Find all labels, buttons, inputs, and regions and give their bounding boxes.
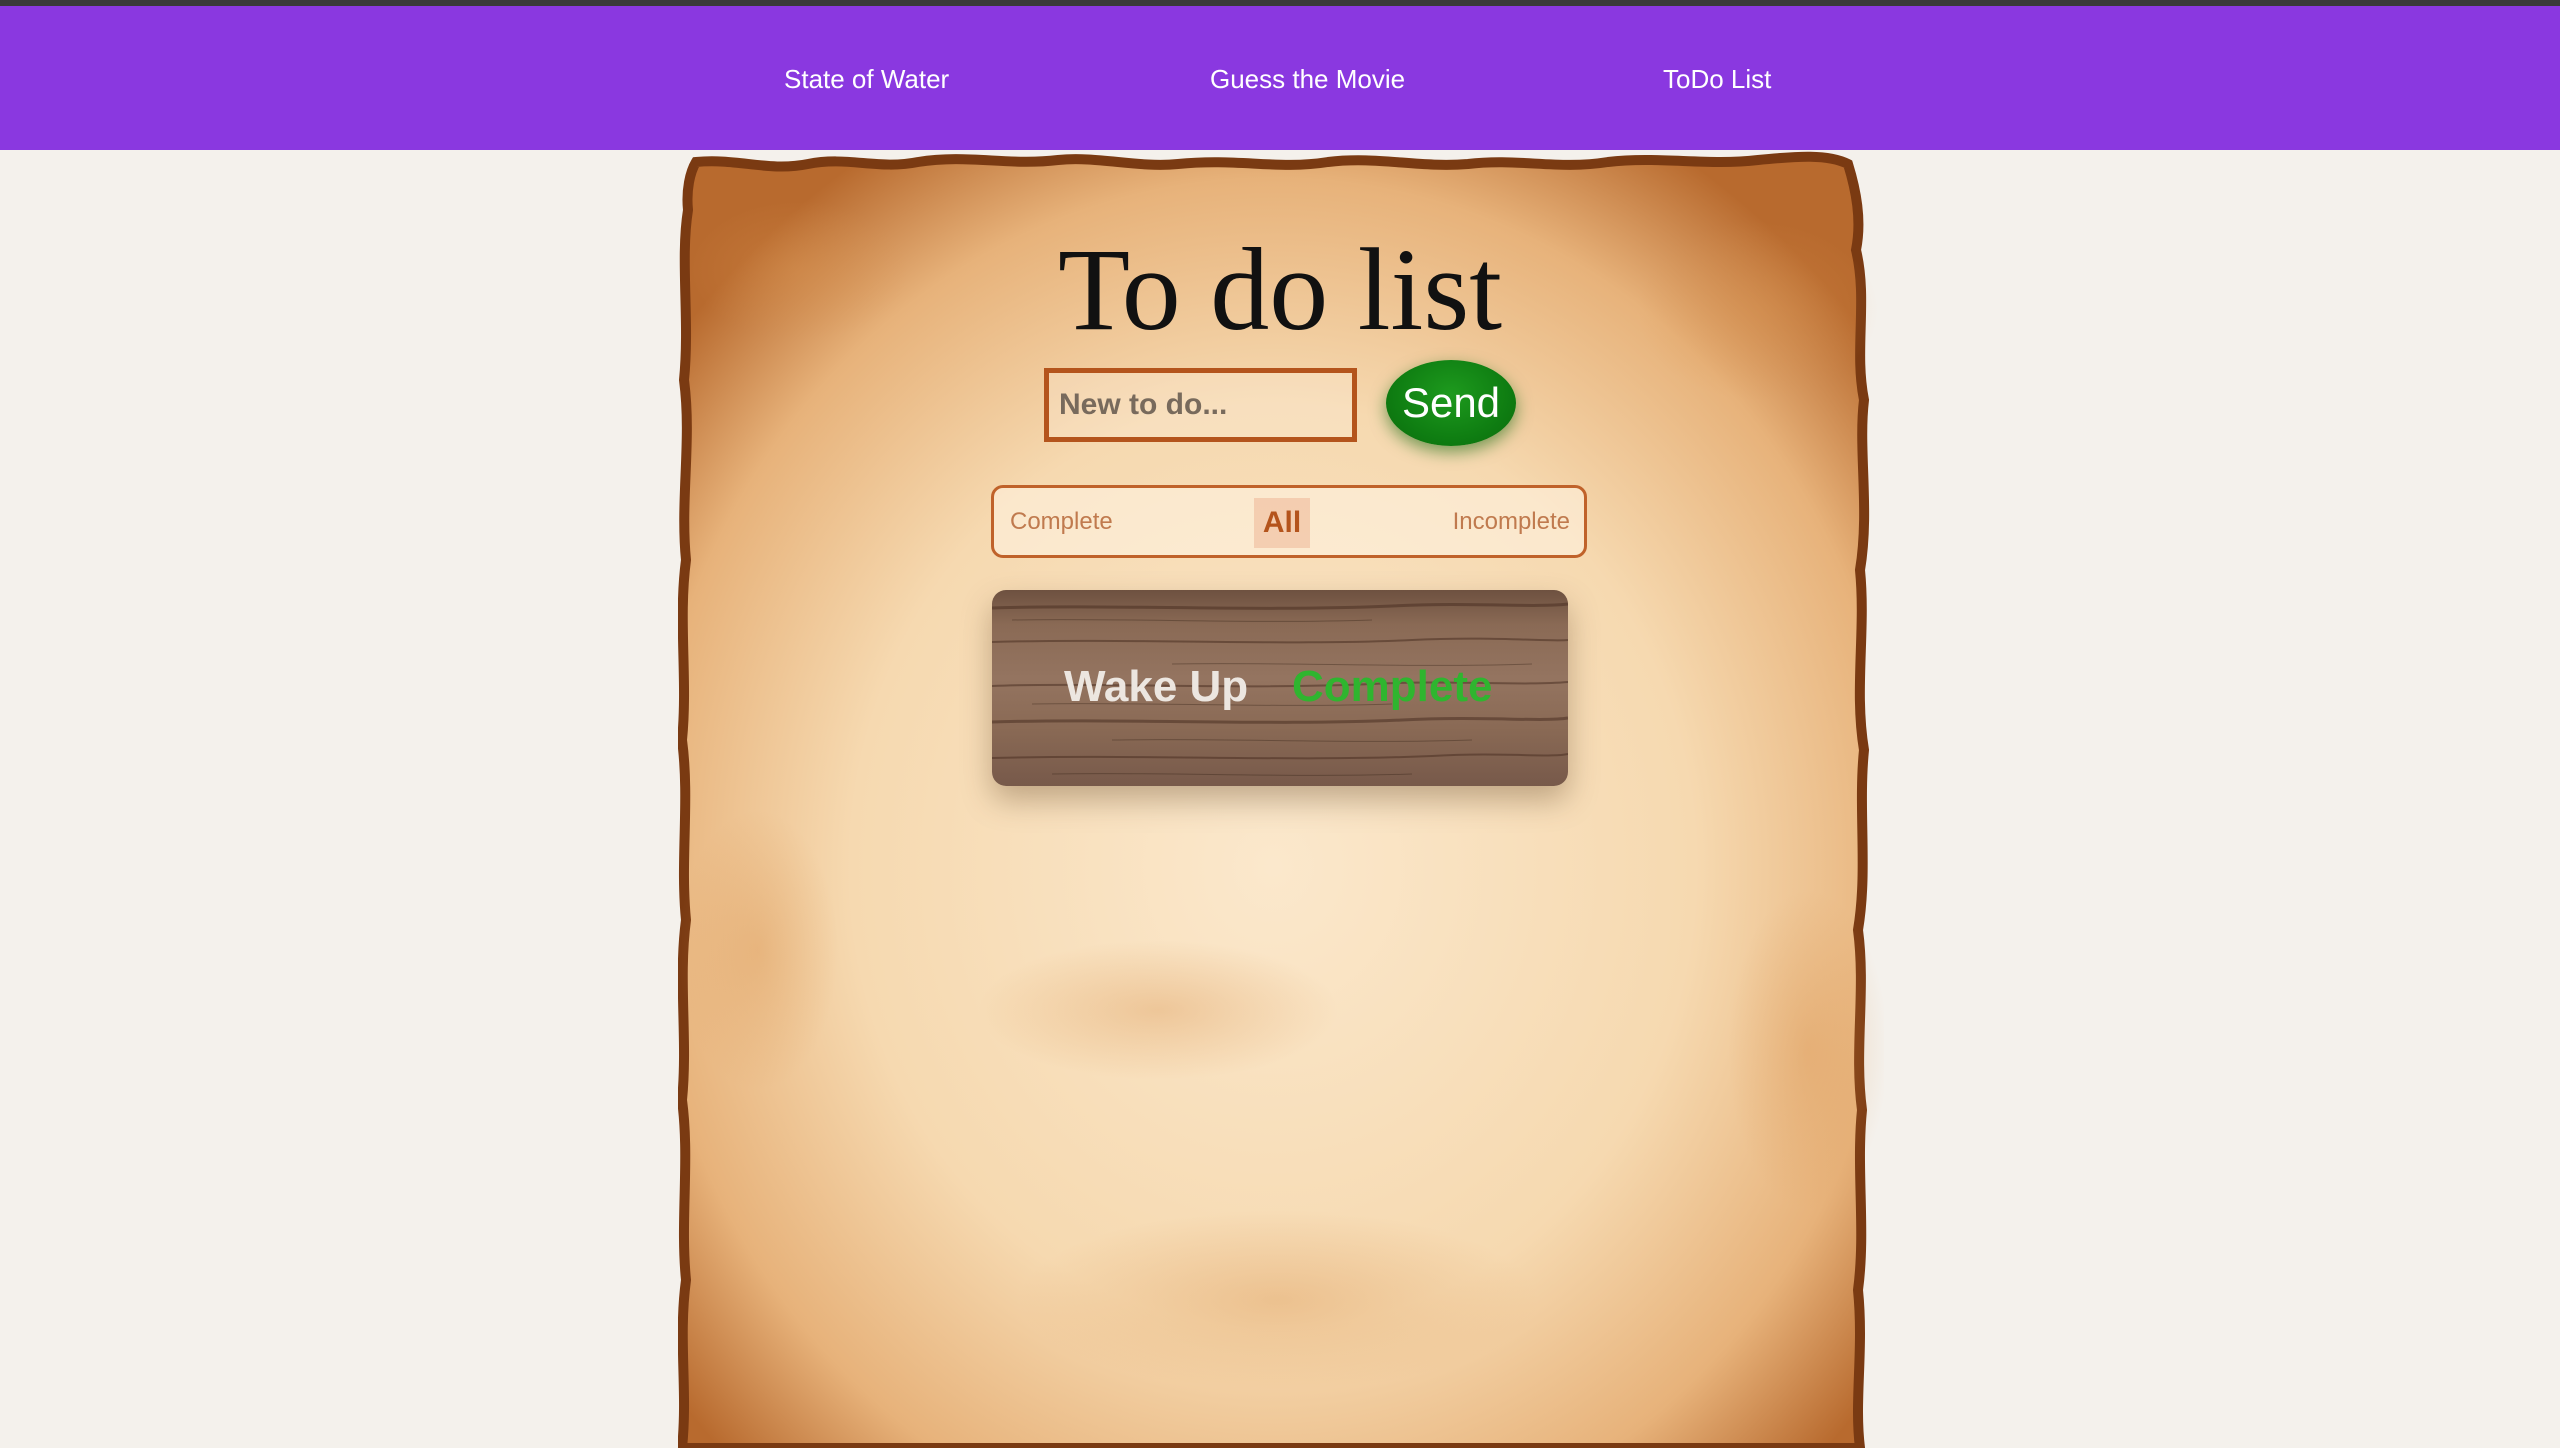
send-button[interactable]: Send: [1386, 360, 1516, 446]
filter-bar: Complete All Incomplete: [991, 485, 1587, 558]
nav-link-guess-the-movie[interactable]: Guess the Movie: [1210, 64, 1405, 94]
todo-item-card: Wake Up Complete: [992, 590, 1568, 786]
filter-all[interactable]: All: [1254, 498, 1310, 548]
new-todo-input[interactable]: [1044, 368, 1357, 442]
top-navbar: State of Water Guess the Movie ToDo List: [0, 6, 2560, 150]
todo-item-status[interactable]: Complete: [1292, 662, 1492, 712]
filter-incomplete[interactable]: Incomplete: [1453, 508, 1570, 536]
nav-link-todo-list[interactable]: ToDo List: [1663, 64, 1771, 94]
page-title: To do list: [1057, 224, 1503, 355]
filter-complete[interactable]: Complete: [1010, 508, 1113, 536]
todo-item-text: Wake Up: [1064, 662, 1249, 711]
nav-link-state-of-water[interactable]: State of Water: [784, 64, 949, 94]
